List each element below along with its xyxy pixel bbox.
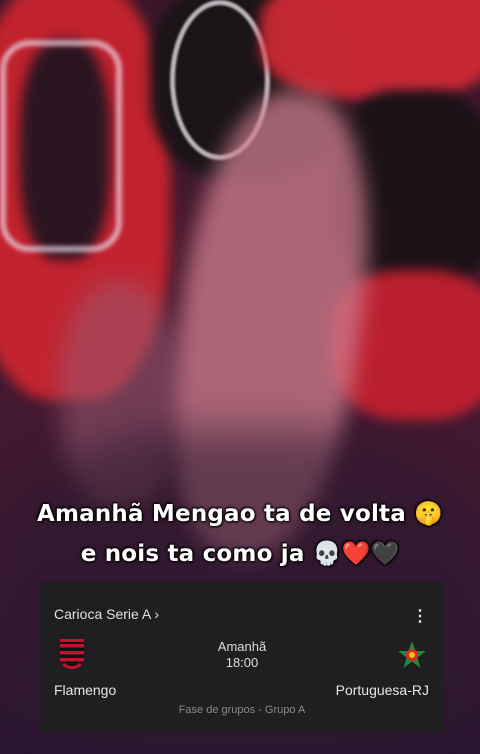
- more-vert-icon[interactable]: ⋮: [412, 606, 428, 626]
- match-day: Amanhã: [217, 639, 267, 654]
- jersey-number: [0, 40, 122, 252]
- away-team-name[interactable]: Portuguesa-RJ: [336, 682, 429, 698]
- portuguesa-crest-icon: [398, 641, 426, 668]
- sleeve-red: [260, 0, 480, 100]
- match-phase: Fase de grupos - Grupo A: [178, 704, 306, 716]
- home-team-name[interactable]: Flamengo: [54, 682, 116, 698]
- match-card[interactable]: Carioca Serie A › ⋮ Amanhã 18:00 Flameng…: [40, 582, 444, 732]
- caption-line-1: Amanhã Mengao ta de volta 🤫: [36, 501, 444, 527]
- caption-line-2: e nois ta como ja 💀❤️🖤: [80, 541, 400, 567]
- match-time: 18:00: [225, 655, 259, 670]
- league-link[interactable]: Carioca Serie A ›: [54, 606, 159, 622]
